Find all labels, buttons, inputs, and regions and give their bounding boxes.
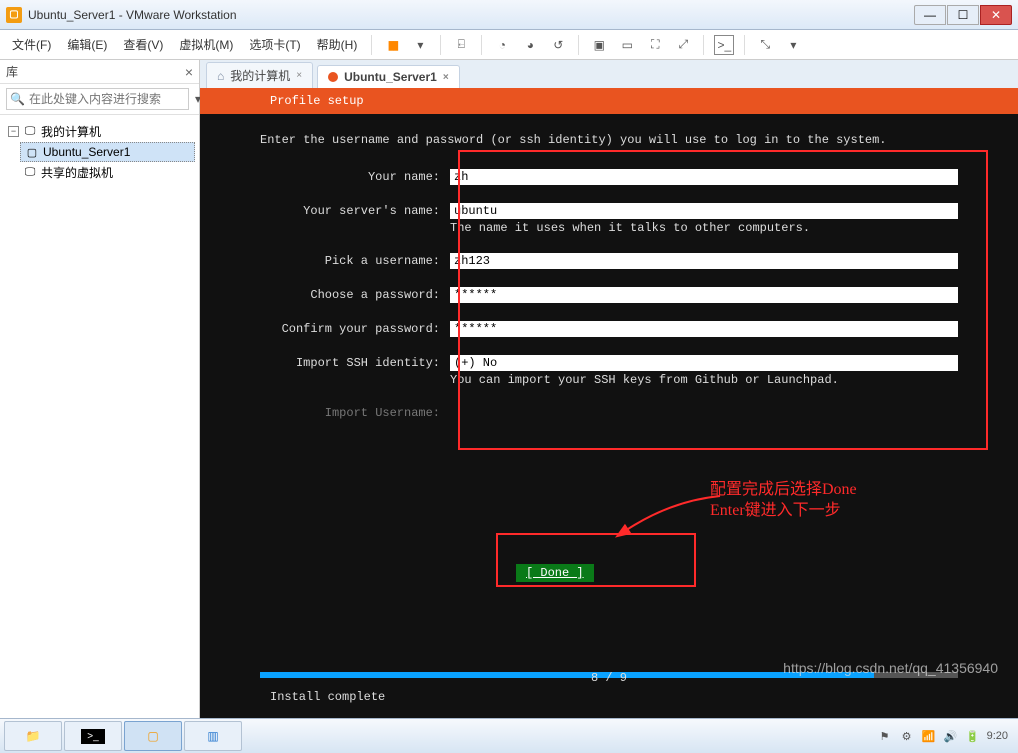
installer-intro: Enter the username and password (or ssh … [260, 132, 958, 149]
tab-vm[interactable]: Ubuntu_Server1 × [317, 65, 460, 88]
input-username[interactable]: zh123 [450, 253, 958, 269]
input-confirm[interactable]: ****** [450, 321, 958, 337]
shared-icon: 🖵 [23, 166, 37, 180]
taskbar-terminal[interactable]: >_ [64, 721, 122, 751]
tab-home[interactable]: ⌂ 我的计算机 × [206, 62, 313, 88]
tab-close-icon[interactable]: × [296, 70, 302, 81]
label-confirm: Confirm your password: [260, 321, 450, 337]
annotation: 配置完成后选择Done Enter键进入下一步 [710, 480, 857, 522]
tree-shared[interactable]: − 🖵 共享的虚拟机 [4, 162, 195, 183]
expand-icon[interactable]: ⤡ [755, 35, 775, 55]
label-your-name: Your name: [260, 169, 450, 185]
annotation-line1: 配置完成后选择Done [710, 480, 857, 501]
menu-help[interactable]: 帮助(H) [311, 32, 364, 57]
taskbar-explorer[interactable]: 📁 [4, 721, 62, 751]
fullscreen-icon[interactable]: ▭ [617, 35, 637, 55]
vmware-icon: ▢ [6, 7, 22, 23]
folder-icon: 📁 [26, 729, 41, 743]
annotation-line2: Enter键进入下一步 [710, 501, 857, 522]
input-ssh[interactable]: (+) No [450, 355, 958, 371]
tree-vm-ubuntu[interactable]: ▢ Ubuntu_Server1 [20, 142, 195, 162]
menu-file[interactable]: 文件(F) [6, 32, 57, 57]
tree-root[interactable]: − 🖵 我的计算机 [4, 121, 195, 142]
arrow-icon [610, 486, 730, 546]
input-your-name[interactable]: zh [450, 169, 958, 185]
tree-vm-label: Ubuntu_Server1 [43, 145, 130, 159]
dropdown2-icon[interactable]: ▾ [783, 35, 803, 55]
menu-view[interactable]: 查看(V) [117, 32, 169, 57]
ubuntu-icon [328, 72, 338, 82]
send-ctrl-alt-del-icon[interactable]: ⍇ [451, 35, 471, 55]
tree-root-label: 我的计算机 [41, 123, 101, 140]
tray-flag-icon[interactable]: ⚑ [877, 728, 893, 744]
tray-shield-icon[interactable]: ⚙ [899, 728, 915, 744]
home-icon: ⌂ [217, 69, 224, 83]
window-controls: — ☐ ✕ [913, 5, 1012, 25]
pause-icon[interactable]: ▮▮ [382, 35, 402, 55]
menubar: 文件(F) 编辑(E) 查看(V) 虚拟机(M) 选项卡(T) 帮助(H) ▮▮… [0, 30, 1018, 60]
taskbar: 📁 >_ ▢ ▥ ⚑ ⚙ 📶 🔊 🔋 9:20 [0, 718, 1018, 753]
systray: ⚑ ⚙ 📶 🔊 🔋 9:20 [877, 728, 1014, 744]
titlebar: ▢ Ubuntu_Server1 - VMware Workstation — … [0, 0, 1018, 30]
tray-battery-icon[interactable]: 🔋 [965, 728, 981, 744]
hint-server-name: The name it uses when it talks to other … [450, 221, 958, 235]
revert-icon[interactable]: ↺ [548, 35, 568, 55]
tray-network-icon[interactable]: 📶 [921, 728, 937, 744]
sidebar: 库 × 🔍 ▾ − 🖵 我的计算机 ▢ Ubuntu_Server1 − 🖵 [0, 60, 200, 718]
fit-guest-icon[interactable]: ⛶ [645, 35, 665, 55]
snapshot-icon[interactable]: ◔ [492, 35, 512, 55]
tray-time[interactable]: 9:20 [987, 730, 1008, 742]
input-server-name[interactable]: ubuntu [450, 203, 958, 219]
tray-sound-icon[interactable]: 🔊 [943, 728, 959, 744]
menu-tabs[interactable]: 选项卡(T) [243, 32, 306, 57]
installer-heading: Profile setup [200, 88, 1018, 114]
computer-icon: 🖵 [23, 125, 37, 139]
maximize-button[interactable]: ☐ [947, 5, 979, 25]
vm-icon: ▢ [25, 145, 39, 159]
menu-edit[interactable]: 编辑(E) [61, 32, 113, 57]
terminal-icon: >_ [81, 729, 104, 744]
library-tree: − 🖵 我的计算机 ▢ Ubuntu_Server1 − 🖵 共享的虚拟机 [0, 115, 199, 189]
stretch-icon[interactable]: ⤢ [673, 35, 693, 55]
minimize-button[interactable]: — [914, 5, 946, 25]
watermark: https://blog.csdn.net/qq_41356940 [783, 660, 998, 676]
window-title: Ubuntu_Server1 - VMware Workstation [28, 8, 913, 22]
label-username: Pick a username: [260, 253, 450, 269]
input-password[interactable]: ****** [450, 287, 958, 303]
search-icon: 🔍 [10, 92, 25, 106]
app-icon: ▥ [207, 729, 218, 743]
tab-close-icon[interactable]: × [443, 72, 449, 83]
search-input[interactable] [6, 88, 189, 110]
menu-vm[interactable]: 虚拟机(M) [173, 32, 239, 57]
tab-vm-label: Ubuntu_Server1 [344, 70, 437, 84]
sidebar-header: 库 × [0, 60, 199, 84]
console-icon[interactable]: >_ [714, 35, 734, 55]
snapshot-manager-icon[interactable]: ◕ [520, 35, 540, 55]
collapse-icon[interactable]: − [8, 126, 19, 137]
label-import-user: Import Username: [260, 405, 450, 421]
label-ssh: Import SSH identity: [260, 355, 450, 371]
taskbar-vmware[interactable]: ▢ [124, 721, 182, 751]
tab-home-label: 我的计算机 [230, 67, 290, 84]
status-line: Install complete [270, 690, 385, 704]
vmware-tb-icon: ▢ [147, 729, 158, 743]
sidebar-title: 库 [6, 63, 18, 80]
taskbar-app[interactable]: ▥ [184, 721, 242, 751]
unity-icon[interactable]: ▣ [589, 35, 609, 55]
tabstrip: ⌂ 我的计算机 × Ubuntu_Server1 × [200, 60, 1018, 88]
label-password: Choose a password: [260, 287, 450, 303]
dropdown-icon[interactable]: ▾ [410, 35, 430, 55]
content-area: ⌂ 我的计算机 × Ubuntu_Server1 × Profile setup… [200, 60, 1018, 718]
tree-shared-label: 共享的虚拟机 [41, 164, 113, 181]
sidebar-close-icon[interactable]: × [185, 64, 193, 80]
done-button[interactable]: [ Done ] [516, 564, 594, 582]
label-server-name: Your server's name: [260, 203, 450, 219]
close-button[interactable]: ✕ [980, 5, 1012, 25]
hint-ssh: You can import your SSH keys from Github… [450, 373, 958, 387]
vm-console[interactable]: Profile setup Enter the username and pas… [200, 88, 1018, 718]
